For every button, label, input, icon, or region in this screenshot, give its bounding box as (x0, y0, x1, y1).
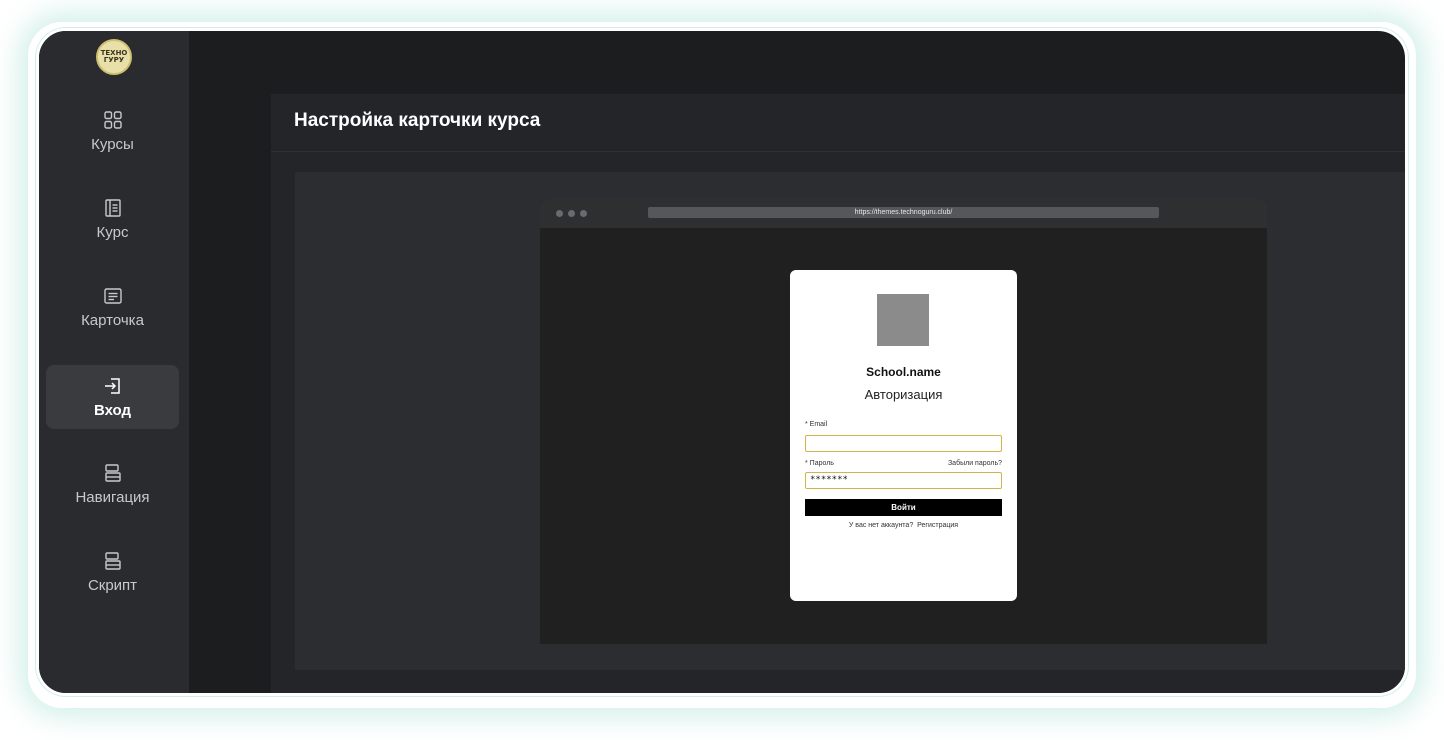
sidebar-item-card[interactable]: Карточка (46, 275, 179, 339)
sidebar-item-label: Курс (96, 223, 129, 241)
sidebar-item-label: Скрипт (87, 576, 138, 594)
window-dot-icon (556, 210, 563, 217)
school-logo-placeholder (877, 294, 929, 346)
window-dot-icon (568, 210, 575, 217)
logo[interactable]: ТЕХНО ГУРУ (96, 39, 132, 75)
sidebar-item-label: Карточка (81, 311, 144, 329)
browser-toolbar: https://themes.technoguru.club/ (540, 199, 1267, 228)
app-window: ТЕХНО ГУРУ Курсы Курс Карточка Вход Нави… (36, 28, 1408, 696)
sidebar: ТЕХНО ГУРУ Курсы Курс Карточка Вход Нави… (39, 31, 189, 693)
email-field[interactable] (805, 435, 1002, 452)
login-icon (103, 376, 123, 396)
course-page-icon (103, 198, 123, 218)
navigation-icon (103, 463, 123, 483)
register-link[interactable]: Регистрация (917, 522, 958, 529)
panel-header: Настройка карточки курса (271, 94, 1405, 152)
school-name: School.name (866, 365, 941, 379)
sidebar-item-label: Курсы (91, 135, 134, 153)
sidebar-item-navigation[interactable]: Навигация (46, 452, 179, 516)
login-button[interactable]: Войти (805, 499, 1002, 516)
forgot-password-link[interactable]: Забыли пароль? (948, 460, 1002, 467)
no-account-text: У вас нет аккаунта? (848, 522, 914, 529)
page-title: Настройка карточки курса (294, 110, 541, 131)
preview-area: https://themes.technoguru.club/ School.n… (295, 172, 1405, 670)
script-icon (103, 551, 123, 571)
login-card: School.name Авторизация * Email * Пароль… (790, 270, 1017, 601)
sidebar-item-script[interactable]: Скрипт (46, 540, 179, 604)
sidebar-item-label: Вход (93, 401, 132, 419)
password-label: * Пароль (805, 460, 834, 467)
password-field[interactable]: ******* (805, 472, 1002, 489)
signup-line: У вас нет аккаунта? Регистрация (790, 522, 1017, 529)
sidebar-item-course[interactable]: Курс (46, 187, 179, 251)
url-bar: https://themes.technoguru.club/ (648, 207, 1159, 218)
email-label: * Email (805, 421, 828, 428)
sidebar-item-login[interactable]: Вход (46, 365, 179, 429)
grid-icon (103, 110, 123, 130)
window-dot-icon (580, 210, 587, 217)
card-icon (103, 286, 123, 306)
settings-panel: Настройка карточки курса https://themes.… (271, 94, 1405, 693)
sidebar-item-courses[interactable]: Курсы (46, 99, 179, 163)
sidebar-item-label: Навигация (75, 488, 150, 506)
browser-preview: https://themes.technoguru.club/ School.n… (540, 199, 1267, 644)
auth-title: Авторизация (864, 387, 943, 402)
